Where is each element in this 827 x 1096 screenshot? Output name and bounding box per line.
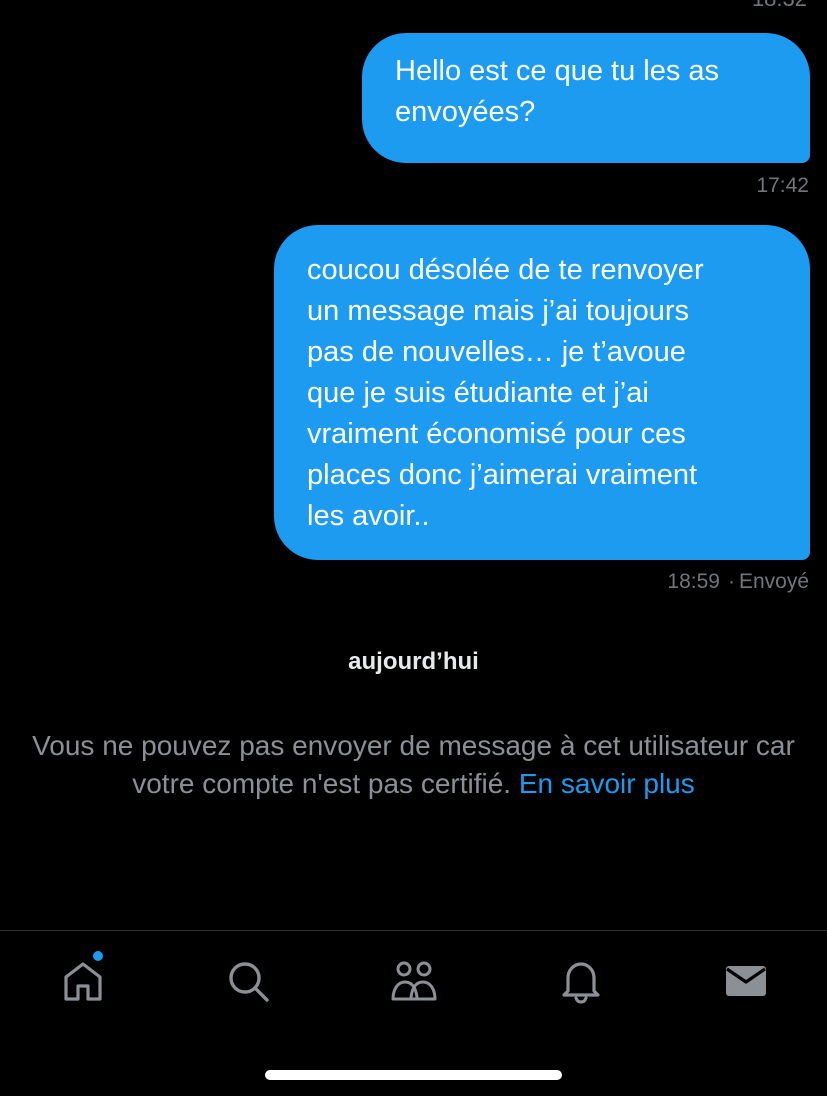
message-meta: 18:59 · Envoyé xyxy=(667,570,809,594)
message-bubble[interactable]: Hello est ce que tu les as envoyées? xyxy=(362,33,810,163)
message-time: 18:59 xyxy=(667,570,720,593)
home-icon xyxy=(64,962,102,1001)
day-divider: aujourd’hui xyxy=(348,648,479,675)
cannot-message-notice: Vous ne pouvez pas envoyer de message à … xyxy=(10,727,817,803)
message-meta: 17:42 xyxy=(756,174,809,198)
search-icon xyxy=(229,962,269,1002)
learn-more-link[interactable]: En savoir plus xyxy=(519,768,695,799)
nav-search[interactable] xyxy=(220,953,276,1009)
nav-home[interactable] xyxy=(55,953,111,1009)
home-notification-dot xyxy=(93,951,103,961)
message-text: Hello est ce que tu les as envoyées? xyxy=(395,55,720,128)
nav-communities[interactable] xyxy=(386,953,442,1009)
communities-icon xyxy=(391,961,437,1001)
nav-notifications[interactable] xyxy=(553,953,609,1009)
message-status: Envoyé xyxy=(738,570,809,593)
previous-timestamp: 18:32 xyxy=(752,0,807,12)
home-indicator[interactable] xyxy=(265,1070,562,1080)
nav-messages[interactable] xyxy=(718,953,774,1009)
meta-separator: · xyxy=(727,570,735,593)
message-text: coucou désolée de te renvoyer un message… xyxy=(307,254,704,532)
envelope-icon xyxy=(726,966,766,996)
message-bubble[interactable]: coucou désolée de te renvoyer un message… xyxy=(274,225,810,560)
message-time: 17:42 xyxy=(756,174,809,197)
bell-icon xyxy=(562,962,600,1004)
